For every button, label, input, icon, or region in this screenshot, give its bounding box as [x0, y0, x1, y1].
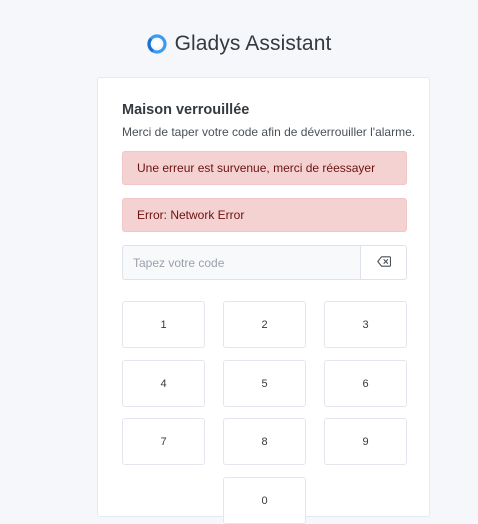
- brand-title: Gladys Assistant: [174, 32, 332, 55]
- error-alert: Une erreur est survenue, merci de réessa…: [122, 151, 407, 185]
- key-5[interactable]: 5: [223, 360, 306, 407]
- card-title: Maison verrouillée: [122, 102, 250, 118]
- network-error-alert-text: Error: Network Error: [137, 208, 245, 222]
- backspace-button[interactable]: [360, 245, 407, 280]
- key-0[interactable]: 0: [223, 477, 306, 524]
- key-9[interactable]: 9: [324, 418, 407, 465]
- key-3[interactable]: 3: [324, 301, 407, 348]
- key-8[interactable]: 8: [223, 418, 306, 465]
- network-error-alert: Error: Network Error: [122, 198, 407, 232]
- key-4[interactable]: 4: [122, 360, 205, 407]
- brand-header: Gladys Assistant: [0, 30, 478, 58]
- key-6[interactable]: 6: [324, 360, 407, 407]
- key-2[interactable]: 2: [223, 301, 306, 348]
- gladys-logo-icon: [146, 34, 167, 54]
- key-1[interactable]: 1: [122, 301, 205, 348]
- code-input-group: [122, 245, 407, 280]
- key-7[interactable]: 7: [122, 418, 205, 465]
- error-alert-text: Une erreur est survenue, merci de réessa…: [137, 161, 376, 175]
- card-description: Merci de taper votre code afin de déverr…: [122, 125, 416, 139]
- backspace-icon: [376, 254, 391, 272]
- unlock-card: Maison verrouillée Merci de taper votre …: [97, 77, 430, 524]
- code-input[interactable]: [122, 245, 360, 280]
